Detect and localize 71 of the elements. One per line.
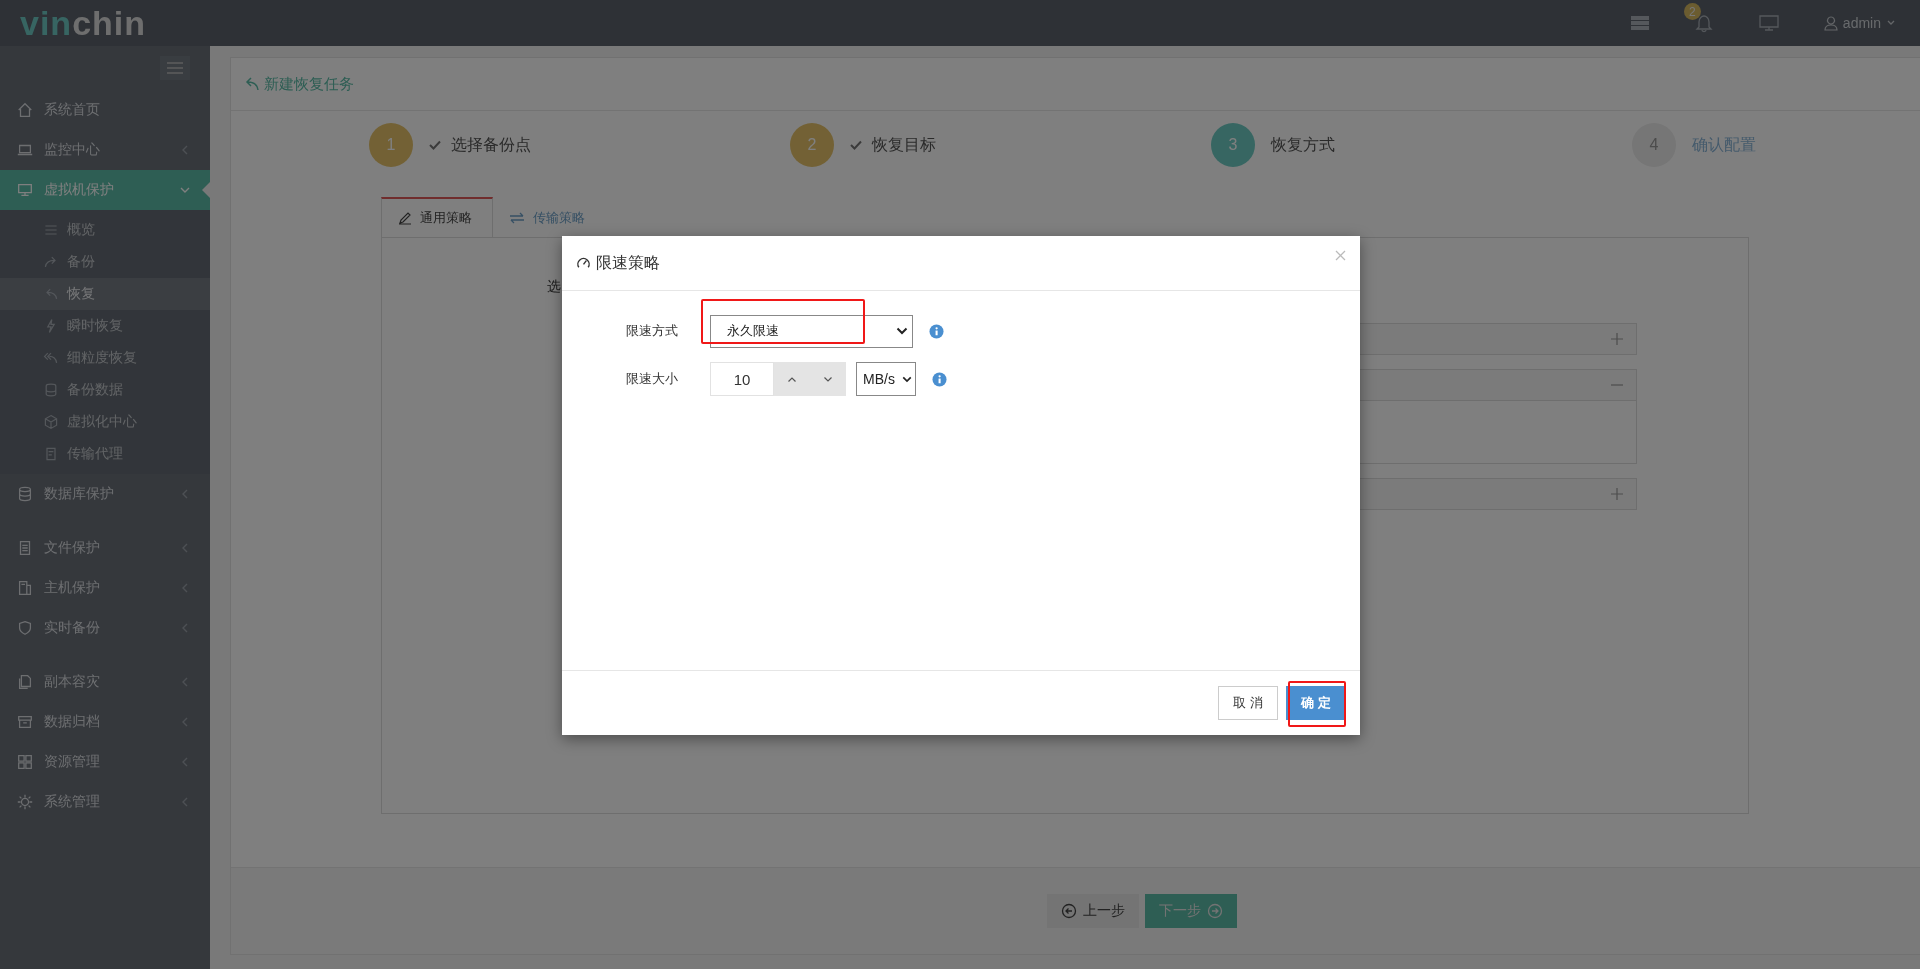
field-label: 选 — [547, 278, 561, 296]
field-label: 限速大小 — [626, 370, 679, 388]
chevron-left-icon — [180, 717, 190, 727]
share-arrow-icon — [43, 254, 59, 270]
step-label: 恢复目标 — [872, 134, 936, 155]
monitor-icon — [16, 181, 34, 199]
dialog-button[interactable]: 取 消 — [1218, 686, 1278, 720]
arrow-right-circle-icon — [1207, 903, 1223, 919]
reply-arrow-icon — [243, 77, 259, 91]
server-icon — [16, 579, 34, 597]
pencil-icon — [398, 211, 412, 225]
user-icon — [1823, 15, 1838, 31]
menu-toggle-button[interactable] — [160, 56, 190, 80]
tab[interactable]: 通用策略 — [381, 197, 493, 237]
database-icon — [43, 382, 59, 398]
chevron-left-icon — [180, 543, 190, 553]
step-button[interactable]: 上一步 — [1047, 894, 1139, 928]
swap-arrows-icon — [509, 212, 525, 224]
number-field[interactable]: 10 — [710, 362, 774, 396]
menu-icon — [166, 61, 184, 75]
info-icon[interactable] — [932, 371, 947, 387]
document-icon — [43, 446, 59, 462]
dialog-title: 限速策略 — [596, 252, 660, 273]
step-number: 2 — [790, 123, 834, 167]
field-label: 限速方式 — [626, 322, 679, 340]
select-field[interactable]: 永久限速 — [710, 314, 913, 348]
chevron-left-icon — [180, 583, 190, 593]
database-icon — [16, 485, 34, 503]
step-button[interactable]: 下一步 — [1145, 894, 1237, 928]
step-label: 选择备份点 — [451, 134, 531, 155]
notification-badge: 2 — [1683, 3, 1701, 20]
user-menu[interactable]: admin — [1823, 15, 1896, 31]
gear-icon — [16, 793, 34, 811]
sidebar-item[interactable]: 虚拟机保护 — [0, 170, 210, 210]
check-icon — [429, 140, 441, 150]
home-icon — [16, 101, 34, 119]
chevron-down-icon — [902, 375, 912, 383]
chevron-left-icon — [180, 145, 190, 155]
dialog-button[interactable]: 确 定 — [1286, 686, 1346, 720]
copy-icon — [16, 673, 34, 691]
chevron-down-icon — [896, 327, 908, 335]
plus-icon[interactable] — [1610, 332, 1624, 346]
chevron-left-icon — [180, 489, 190, 499]
chevron-left-icon — [180, 797, 190, 807]
step-number: 1 — [369, 123, 413, 167]
check-icon — [850, 140, 862, 150]
step-number: 3 — [1211, 123, 1255, 167]
tab[interactable]: 传输策略 — [493, 197, 605, 237]
monitor-icon[interactable] — [1757, 14, 1780, 32]
selection-pointer — [202, 182, 210, 198]
reply-all-icon — [43, 350, 59, 366]
arrow-left-circle-icon — [1061, 903, 1077, 919]
unit-select[interactable]: MB/s — [856, 362, 916, 396]
chevron-left-icon — [180, 677, 190, 687]
cube-icon — [43, 414, 59, 430]
stepper-buttons[interactable] — [774, 362, 846, 396]
info-icon[interactable] — [929, 323, 944, 339]
page-title: 新建恢复任务 — [264, 74, 354, 94]
step-label: 恢复方式 — [1271, 134, 1335, 155]
shield-icon — [16, 619, 34, 637]
bell-icon[interactable] — [1693, 13, 1714, 33]
close-icon[interactable] — [1335, 250, 1346, 261]
chevron-down-icon — [180, 185, 190, 195]
caret-down-icon — [1886, 19, 1896, 27]
chevron-left-icon — [180, 757, 190, 767]
server-list-icon[interactable] — [1629, 15, 1650, 31]
archive-icon — [16, 713, 34, 731]
plus-icon[interactable] — [1610, 487, 1624, 501]
chevron-left-icon — [180, 623, 190, 633]
reply-arrow-icon — [43, 286, 59, 302]
grid-icon — [16, 753, 34, 771]
